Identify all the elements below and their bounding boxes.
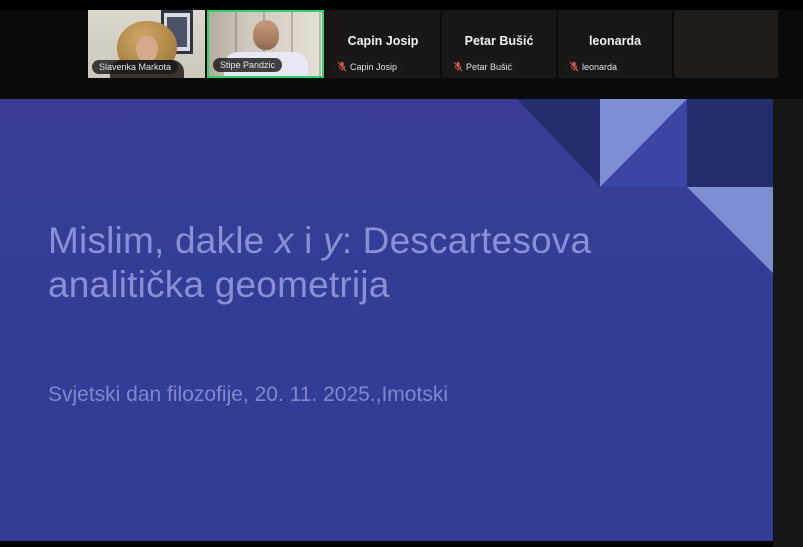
slide-title-line2: analitička geometrija [48,264,390,305]
right-gutter [773,99,803,547]
shared-screen-slide: Mislim, dakle x i y: Descartesova analit… [0,99,773,541]
person-face [252,19,279,50]
slide-title: Mislim, dakle x i y: Descartesova analit… [48,220,592,305]
nameplate: Capin Josip [330,59,405,74]
participant-name: Petar Bušić [466,61,513,72]
participant-name: Capin Josip [350,61,398,72]
participant-tile-partial[interactable] [674,10,778,78]
participant-name: Slavenka Markota [99,62,172,72]
participant-name-large: Capin Josip [347,34,419,48]
participant-tile-stipe[interactable]: Stipe Pandzic [207,10,324,78]
person-face [135,35,158,62]
participant-name-large: leonarda [588,34,642,48]
nameplate: Petar Bušić [446,59,520,74]
participant-tile-capin[interactable]: Capin Josip Capin Josip [326,10,440,78]
participant-tile-petar[interactable]: Petar Bušić Petar Bušić [442,10,556,78]
window-top-edge [0,0,803,10]
muted-mic-icon [453,61,463,72]
participant-filmstrip: Slavenka Markota Stipe Pandzic Capin Jos… [0,0,803,99]
muted-mic-icon [337,61,347,72]
muted-mic-icon [569,61,579,72]
variable-y: y [323,220,342,261]
nameplate: Slavenka Markota [92,60,179,74]
nameplate: Stipe Pandzic [213,58,283,72]
conference-window: Slavenka Markota Stipe Pandzic Capin Jos… [0,0,803,547]
variable-x: x [274,220,294,261]
participant-name: Stipe Pandzic [220,60,276,70]
participant-tile-leonarda[interactable]: leonarda leonarda [558,10,672,78]
participant-name: leonarda [582,61,618,72]
slide-subtitle: Svjetski dan filozofije, 20. 11. 2025.,I… [48,383,448,406]
participant-tile-slavenka[interactable]: Slavenka Markota [88,10,205,78]
nameplate: leonarda [562,59,625,74]
participant-name-large: Petar Bušić [464,34,534,48]
